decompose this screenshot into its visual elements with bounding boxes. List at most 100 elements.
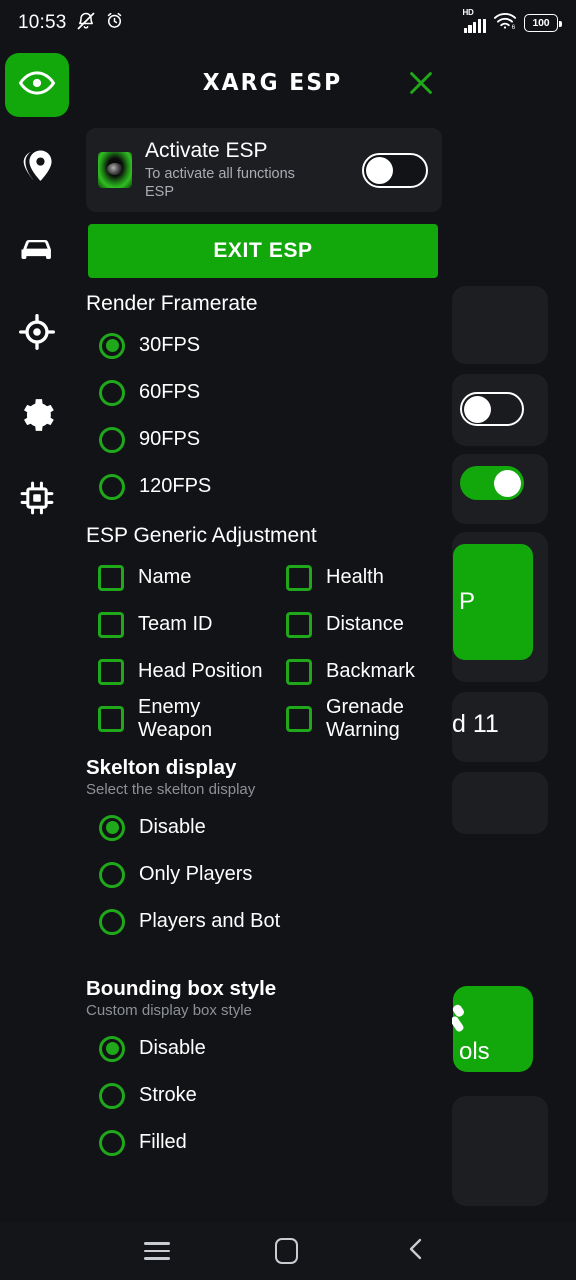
checkbox-option[interactable]: Head Position [98, 648, 286, 695]
section-esp-generic-adjustment: ESP Generic Adjustment Name Health Team … [74, 524, 452, 742]
radio-indicator [99, 1035, 125, 1062]
checkbox-indicator [98, 611, 124, 638]
radio-label: Disable [139, 816, 206, 838]
nav-back-button[interactable] [389, 1224, 443, 1278]
radio-indicator [99, 332, 125, 359]
hamburger-icon [144, 1237, 170, 1264]
bg-green-button[interactable]: P [453, 544, 533, 660]
toggle-knob [366, 156, 393, 184]
dialog-body: Activate ESP To activate all functions E… [74, 120, 452, 1222]
checkbox-option[interactable]: Backmark [286, 648, 452, 695]
radio-label: Stroke [139, 1084, 197, 1106]
section-skelton-display: Skelton display Select the skelton displ… [74, 756, 452, 945]
radio-indicator [99, 908, 125, 935]
activate-esp-toggle[interactable] [362, 152, 428, 188]
radio-group-render-framerate: 30FPS 60FPS 90FPS 120FPS [86, 322, 452, 510]
sidebar-item-esp[interactable] [5, 53, 69, 117]
page-title: XARG ESP [202, 70, 343, 96]
radio-label: 120FPS [139, 475, 212, 497]
checkbox-indicator [286, 658, 312, 685]
checkbox-option[interactable]: Team ID [98, 601, 286, 648]
checkbox-option[interactable]: Grenade Warning [286, 695, 452, 742]
android-nav-bar [0, 1222, 576, 1280]
section-title: Render Framerate [86, 292, 258, 315]
radio-option[interactable]: Players and Bot [86, 898, 452, 945]
radio-label: 30FPS [139, 334, 201, 356]
activate-esp-card[interactable]: Activate ESP To activate all functions E… [86, 128, 442, 212]
radio-indicator [99, 473, 125, 500]
battery-level: 100 [532, 17, 550, 29]
radio-option[interactable]: Disable [86, 804, 452, 851]
status-bar-right: HD 6 100 [463, 8, 562, 35]
hd-label: HD [462, 7, 474, 17]
checkbox-label: Head Position [138, 660, 263, 683]
radio-option[interactable]: 60FPS [86, 369, 452, 416]
bg-green-button-label: P [459, 588, 476, 615]
status-bar: 10:53 HD 6 100 [0, 0, 576, 46]
radio-option[interactable]: Only Players [86, 851, 452, 898]
chevron-left-icon [405, 1235, 427, 1268]
nav-home-button[interactable] [259, 1224, 313, 1278]
checkbox-label: Distance [326, 613, 404, 636]
radio-indicator [99, 814, 125, 841]
exit-esp-button[interactable]: EXIT ESP [88, 224, 438, 278]
checkbox-indicator [286, 611, 312, 638]
wifi6-icon: 6 [493, 11, 517, 35]
radio-label: 90FPS [139, 428, 201, 450]
activate-esp-subtitle: To activate all functions ESP [145, 165, 295, 201]
status-clock: 10:53 [18, 12, 67, 33]
radio-option[interactable]: 90FPS [86, 416, 452, 463]
eye-icon [18, 64, 56, 107]
section-title: Skelton display [86, 756, 237, 779]
radio-option[interactable]: 120FPS [86, 463, 452, 510]
checkbox-option[interactable]: Name [98, 554, 286, 601]
bg-toggle-off[interactable] [460, 392, 524, 426]
section-subtitle: Select the skelton display [86, 781, 256, 798]
bg-card [452, 772, 548, 834]
car-icon [18, 230, 56, 273]
radio-label: Only Players [139, 863, 253, 885]
toggle-knob [494, 469, 521, 497]
esp-dialog: XARG ESP Activate ESP To activate all fu… [0, 46, 452, 1222]
radio-option[interactable]: Disable [86, 1025, 452, 1072]
checkbox-option[interactable]: Enemy Weapon [98, 695, 286, 742]
gear-icon [18, 396, 56, 439]
exit-esp-label: EXIT ESP [213, 239, 313, 262]
radio-option[interactable]: Stroke [86, 1072, 452, 1119]
phone-screen: 10:53 HD 6 100 P d 11 ols XARG ESP Activ… [0, 0, 576, 1280]
radio-indicator [99, 426, 125, 453]
checkbox-option[interactable]: Distance [286, 601, 452, 648]
bg-toggle-on[interactable] [460, 466, 524, 500]
hd-signal-icon: HD [463, 8, 486, 33]
sidebar-item-vehicle[interactable] [5, 219, 69, 283]
section-subtitle: Custom display box style [86, 1002, 252, 1019]
radio-option[interactable]: Filled [86, 1119, 452, 1166]
checkbox-option[interactable]: Health [286, 554, 452, 601]
section-title: Bounding box style [86, 977, 277, 1000]
activate-esp-title: Activate ESP [145, 138, 268, 162]
section-render-framerate: Render Framerate 30FPS 60FPS 90FPS 120FP… [74, 292, 452, 510]
checkbox-label: Grenade Warning [326, 696, 404, 741]
radio-label: Disable [139, 1037, 206, 1059]
nav-recents-button[interactable] [130, 1224, 184, 1278]
activate-esp-texts: Activate ESP To activate all functions E… [132, 139, 362, 201]
sidebar-item-memory[interactable] [5, 468, 69, 532]
toggle-knob [464, 395, 491, 423]
bg-card [452, 1096, 548, 1206]
sidebar-item-location[interactable] [5, 136, 69, 200]
checkbox-label: Backmark [326, 660, 415, 683]
battery-icon: 100 [524, 14, 562, 32]
radio-label: 60FPS [139, 381, 201, 403]
section-bounding-box-style: Bounding box style Custom display box st… [74, 977, 452, 1166]
dialog-header: XARG ESP [74, 46, 452, 120]
chip-icon [18, 479, 56, 522]
close-icon[interactable] [400, 62, 442, 104]
section-title: ESP Generic Adjustment [86, 524, 317, 547]
checkbox-label: Name [138, 566, 192, 589]
radio-indicator [99, 1129, 125, 1156]
radio-option[interactable]: 30FPS [86, 322, 452, 369]
radio-indicator [99, 861, 125, 888]
sidebar-item-settings[interactable] [5, 385, 69, 449]
sidebar-item-aim[interactable] [5, 302, 69, 366]
radio-label: Players and Bot [139, 910, 281, 932]
